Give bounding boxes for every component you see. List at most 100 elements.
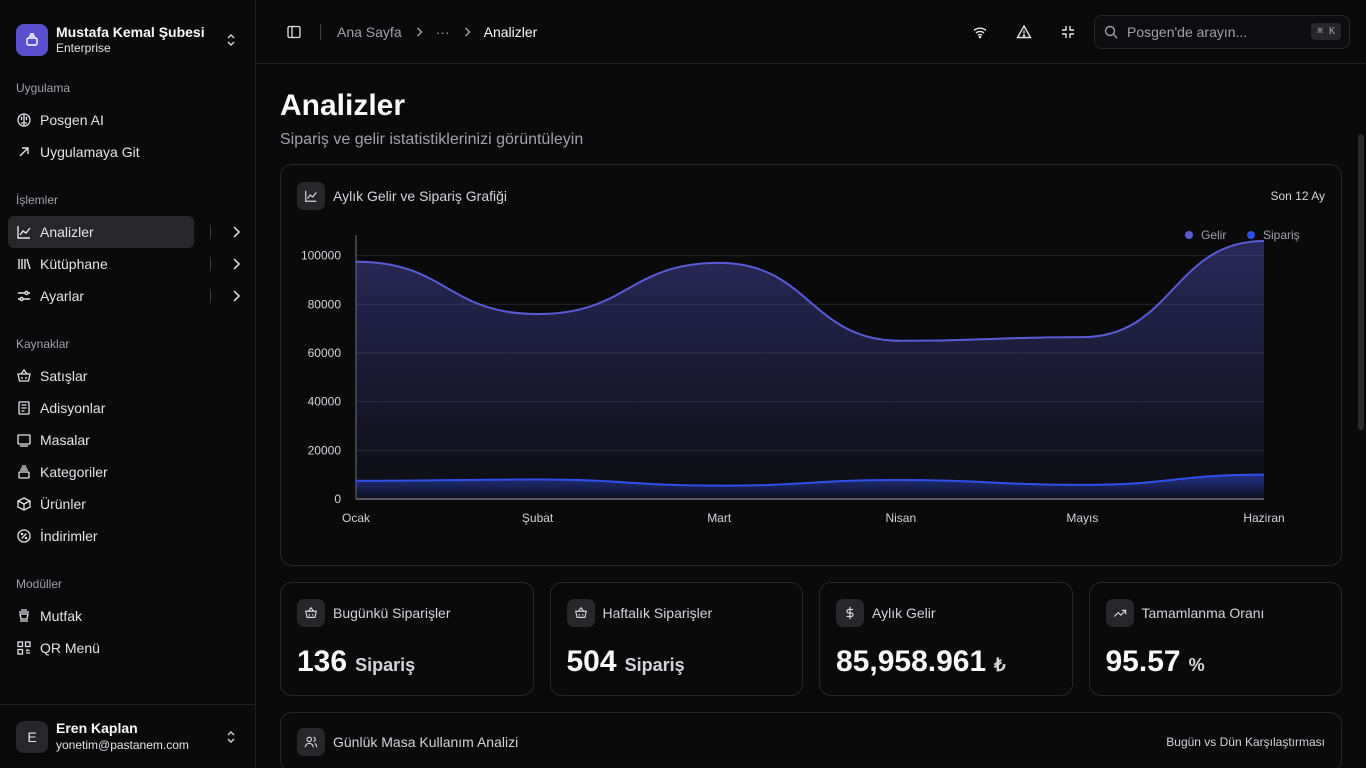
sidebar-item-label: Satışlar (40, 368, 88, 384)
main-area: Ana Sayfa ··· Analizler ⌘ (256, 0, 1366, 768)
sidebar-item-indirimler[interactable]: İndirimler (8, 520, 247, 552)
scrollbar[interactable] (1356, 64, 1366, 768)
scrollbar-thumb[interactable] (1358, 134, 1364, 430)
x-tick-label: Nisan (885, 511, 916, 525)
sidebar-item-adisyonlar[interactable]: Adisyonlar (8, 392, 247, 424)
chart-range: Son 12 Ay (1270, 189, 1326, 203)
sidebar-item-label: Kategoriler (40, 464, 108, 480)
group-label: Kaynaklar (16, 337, 70, 351)
chevrons-up-down-icon (223, 32, 239, 48)
stat-unit: Sipariş (355, 655, 416, 675)
sliders-icon (16, 288, 32, 304)
nav-group-app: Uygulama Posgen AI Uygulamaya Git (8, 72, 247, 168)
x-tick-label: Haziran (1243, 511, 1284, 525)
discount-icon (16, 528, 32, 544)
stat-card-monthly-revenue: Aylık Gelir 85,958.961 ₺ (819, 582, 1073, 696)
box-icon (16, 496, 32, 512)
breadcrumb-ellipsis[interactable]: ··· (436, 24, 450, 40)
sidebar-toggle-icon[interactable] (280, 18, 308, 46)
sidebar-item-satislar[interactable]: Satışlar (8, 360, 247, 392)
basket-icon (16, 368, 32, 384)
breadcrumb-current: Analizler (483, 23, 538, 40)
chevron-right-icon[interactable] (228, 288, 244, 304)
sidebar-item-label: İndirimler (40, 528, 98, 544)
stat-value: 504 (566, 645, 617, 678)
brain-icon (16, 112, 32, 128)
minimize-icon[interactable] (1054, 18, 1082, 46)
y-tick-label: 40000 (308, 395, 342, 409)
page-title: Analizler (280, 89, 406, 122)
breadcrumb: Ana Sayfa ··· Analizler (337, 24, 966, 40)
group-label: İşlemler (16, 193, 59, 207)
alert-triangle-icon[interactable] (1010, 18, 1038, 46)
breadcrumb-home[interactable]: Ana Sayfa (337, 24, 402, 40)
stat-card-weekly-orders: Haftalık Siparişler 504 Sipariş (549, 582, 803, 696)
user-menu[interactable]: E Eren Kaplan yonetim@pastanem.com (0, 704, 255, 768)
stat-title: Haftalık Siparişler (602, 605, 713, 621)
nav-group-ops: İşlemler Analizler Kütüphane Ayarlar (8, 184, 247, 312)
search-icon (1103, 24, 1119, 40)
chart-line-icon (16, 224, 32, 240)
nav-group-resources: Kaynaklar Satışlar Adisyonlar Masalar Ka… (8, 328, 247, 552)
group-label: Uygulama (16, 81, 71, 95)
sidebar-item-label: Ayarlar (40, 288, 85, 304)
stat-card-completion-rate: Tamamlanma Oranı 95.57 % (1088, 582, 1342, 696)
group-label: Modüller (16, 577, 63, 591)
page-subtitle: Sipariş ve gelir istatistiklerinizi görü… (280, 131, 584, 148)
sidebar-item-masalar[interactable]: Masalar (8, 424, 247, 456)
topbar: Ana Sayfa ··· Analizler ⌘ (256, 0, 1366, 64)
chevron-right-icon (460, 25, 474, 39)
sidebar-item-go-app[interactable]: Uygulamaya Git (8, 136, 247, 168)
sidebar-item-label: Posgen AI (40, 112, 104, 128)
stat-title: Bugünkü Siparişler (333, 605, 451, 621)
sidebar-item-label: Kütüphane (40, 256, 108, 272)
stat-value: 95.57 (1105, 645, 1181, 678)
chevrons-up-down-icon (223, 729, 239, 745)
page-content: Analizler Sipariş ve gelir istatistikler… (256, 64, 1366, 768)
table-usage-subtitle: Bugün vs Dün Karşılaştırması (1166, 735, 1325, 749)
stats-row: Bugünkü Siparişler 136 Sipariş Haftalık … (280, 582, 1342, 696)
y-tick-label: 60000 (308, 346, 342, 360)
sidebar-item-ayarlar[interactable]: Ayarlar (8, 280, 247, 312)
table-usage-card: Günlük Masa Kullanım Analizi Bugün vs Dü… (280, 712, 1342, 768)
sidebar-item-label: Analizler (40, 224, 94, 240)
search-input[interactable] (1127, 23, 1311, 40)
sidebar-item-kutuphane[interactable]: Kütüphane (8, 248, 247, 280)
stat-value: 136 (297, 645, 348, 678)
chart-card-title: Aylık Gelir ve Sipariş Grafiği (333, 188, 508, 204)
sidebar-item-posgen-ai[interactable]: Posgen AI (8, 104, 247, 136)
sidebar-item-mutfak[interactable]: Mutfak (8, 600, 247, 632)
chart-area-icon (297, 182, 325, 210)
sidebar-item-label: Uygulamaya Git (40, 144, 140, 160)
stat-unit: % (1188, 655, 1205, 675)
org-name: Mustafa Kemal Şubesi (56, 24, 205, 41)
legend-label: Sipariş (1263, 228, 1300, 242)
sidebar-item-qr-menu[interactable]: QR Menü (8, 632, 247, 664)
table-icon (16, 432, 32, 448)
x-tick-label: Mart (707, 511, 732, 525)
x-tick-label: Şubat (522, 511, 554, 525)
stat-unit: Sipariş (624, 655, 685, 675)
org-plan: Enterprise (56, 41, 111, 56)
chevron-right-icon[interactable] (228, 224, 244, 240)
chevron-right-icon (412, 25, 426, 39)
dollar-icon (836, 599, 864, 627)
table-usage-title: Günlük Masa Kullanım Analizi (333, 734, 519, 750)
search-box[interactable]: ⌘ K (1094, 14, 1350, 49)
y-tick-label: 80000 (308, 297, 342, 311)
sidebar-item-urunler[interactable]: Ürünler (8, 488, 247, 520)
layers-icon (16, 464, 32, 480)
sidebar-item-label: QR Menü (40, 640, 100, 656)
sidebar-item-analizler[interactable]: Analizler (8, 216, 194, 248)
sidebar-item-label: Adisyonlar (40, 400, 106, 416)
user-email: yonetim@pastanem.com (56, 737, 189, 752)
sidebar-item-kategoriler[interactable]: Kategoriler (8, 456, 247, 488)
chevron-right-icon[interactable] (228, 256, 244, 272)
org-switcher[interactable]: Mustafa Kemal Şubesi Enterprise (0, 0, 255, 64)
stat-title: Tamamlanma Oranı (1141, 605, 1265, 621)
sidebar-item-label: Ürünler (40, 496, 86, 512)
stat-card-today-orders: Bugünkü Siparişler 136 Sipariş (280, 582, 534, 696)
chef-hat-icon (16, 608, 32, 624)
wifi-icon[interactable] (966, 18, 994, 46)
sidebar-nav: Uygulama Posgen AI Uygulamaya Git İşleml… (0, 64, 255, 704)
